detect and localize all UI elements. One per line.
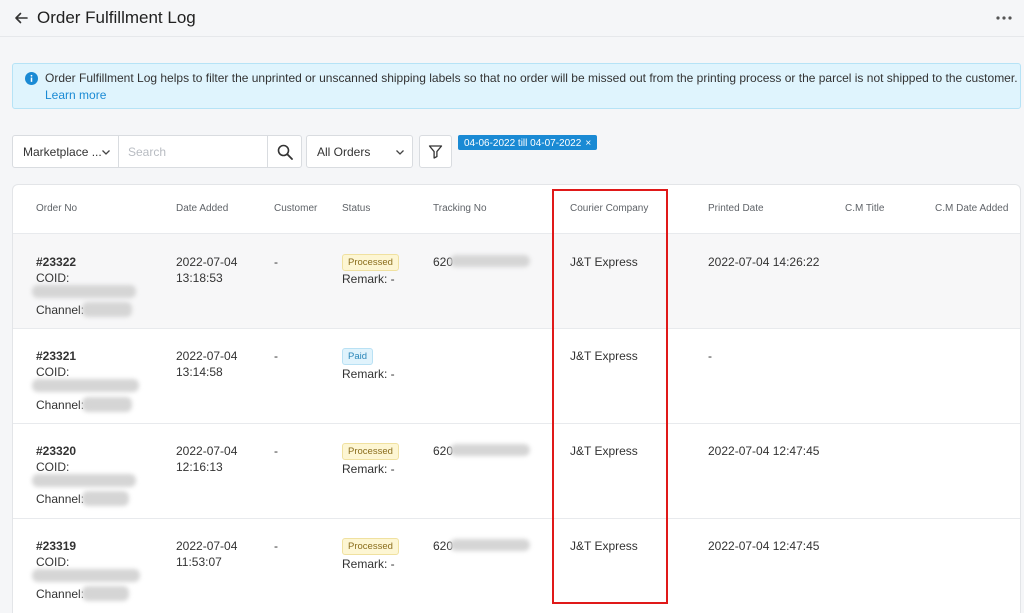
courier-company: J&T Express	[570, 255, 638, 269]
more-options-button[interactable]	[994, 10, 1014, 26]
redacted-channel	[82, 586, 129, 601]
column-header[interactable]: Courier Company	[570, 203, 648, 214]
coid-label: COID:	[36, 555, 70, 569]
column-header[interactable]: C.M Title	[845, 203, 884, 214]
close-icon[interactable]: ×	[585, 138, 591, 149]
time-added: 12:16:13	[176, 460, 223, 474]
status-badge: Processed	[342, 538, 399, 555]
table-header: Order No Date Added Customer Status Trac…	[13, 185, 1020, 234]
back-button[interactable]	[10, 7, 32, 29]
page-title: Order Fulfillment Log	[37, 8, 196, 27]
remark: Remark: -	[342, 557, 395, 571]
customer: -	[274, 349, 278, 363]
redacted-tracking	[450, 255, 530, 267]
search-input[interactable]	[119, 135, 268, 168]
channel-label: Channel:	[36, 303, 85, 317]
courier-company: J&T Express	[570, 444, 638, 458]
column-header[interactable]: Tracking No	[433, 203, 487, 214]
coid-label: COID:	[36, 365, 70, 379]
customer: -	[274, 444, 278, 458]
marketplace-select-label: Marketplace ...	[23, 145, 102, 159]
date-range-chip: 04-06-2022 till 04-07-2022 ×	[458, 135, 598, 150]
column-header[interactable]: C.M Date Added	[935, 203, 1008, 214]
date-added: 2022-07-04	[176, 349, 238, 363]
order-number[interactable]: #23319	[36, 539, 76, 553]
redacted-coid	[32, 569, 140, 582]
chevron-down-icon	[102, 150, 110, 155]
channel-label: Channel:	[36, 587, 85, 601]
info-banner: Order Fulfillment Log helps to filter th…	[12, 63, 1021, 109]
redacted-tracking	[450, 444, 530, 456]
printed-date: 2022-07-04 14:26:22	[708, 255, 820, 269]
remark: Remark: -	[342, 462, 395, 476]
column-header[interactable]: Status	[342, 203, 370, 214]
order-number[interactable]: #23322	[36, 255, 76, 269]
coid-label: COID:	[36, 460, 70, 474]
customer: -	[274, 539, 278, 553]
status-badge: Processed	[342, 254, 399, 271]
table-row[interactable]: #23320 COID: Channel: 2022-07-04 12:16:1…	[13, 424, 1020, 519]
arrow-left-icon	[15, 12, 28, 24]
redacted-channel	[82, 397, 132, 412]
marketplace-select[interactable]: Marketplace ...	[12, 135, 119, 168]
courier-company: J&T Express	[570, 539, 638, 553]
top-bar: Order Fulfillment Log	[0, 0, 1024, 37]
customer: -	[274, 255, 278, 269]
printed-date: 2022-07-04 12:47:45	[708, 539, 820, 553]
date-added: 2022-07-04	[176, 539, 238, 553]
date-added: 2022-07-04	[176, 444, 238, 458]
column-header[interactable]: Printed Date	[708, 203, 764, 214]
date-range-label: 04-06-2022 till 04-07-2022	[464, 137, 582, 149]
info-banner-text: Order Fulfillment Log helps to filter th…	[45, 71, 1018, 85]
time-added: 11:53:07	[176, 555, 222, 569]
filter-button[interactable]	[419, 135, 452, 168]
orders-select[interactable]: All Orders	[306, 135, 413, 168]
redacted-tracking	[450, 539, 530, 551]
order-number[interactable]: #23320	[36, 444, 76, 458]
courier-company: J&T Express	[570, 349, 638, 363]
date-added: 2022-07-04	[176, 255, 238, 269]
time-added: 13:14:58	[176, 365, 223, 379]
chevron-down-icon	[396, 150, 404, 155]
order-number[interactable]: #23321	[36, 349, 76, 363]
remark: Remark: -	[342, 272, 395, 286]
coid-label: COID:	[36, 271, 70, 285]
orders-select-label: All Orders	[317, 145, 371, 159]
table-row[interactable]: #23319 COID: Channel: 2022-07-04 11:53:0…	[13, 519, 1020, 613]
search-button[interactable]	[267, 135, 302, 168]
redacted-channel	[82, 302, 132, 317]
redacted-coid	[32, 285, 136, 298]
learn-more-link[interactable]: Learn more	[45, 88, 106, 102]
redacted-channel	[82, 491, 129, 506]
orders-table: Order No Date Added Customer Status Trac…	[12, 184, 1021, 613]
time-added: 13:18:53	[176, 271, 223, 285]
search-icon	[277, 144, 293, 160]
table-row[interactable]: #23322 COID: Channel: 2022-07-04 13:18:5…	[13, 234, 1020, 329]
column-header[interactable]: Customer	[274, 203, 317, 214]
filter-icon	[428, 145, 443, 159]
column-header[interactable]: Order No	[36, 203, 77, 214]
table-row[interactable]: #23321 COID: Channel: 2022-07-04 13:14:5…	[13, 329, 1020, 424]
channel-label: Channel:	[36, 492, 85, 506]
channel-label: Channel:	[36, 398, 85, 412]
printed-date: 2022-07-04 12:47:45	[708, 444, 820, 458]
redacted-coid	[32, 474, 136, 487]
column-header[interactable]: Date Added	[176, 203, 228, 214]
status-badge: Paid	[342, 348, 374, 365]
redacted-coid	[32, 379, 139, 392]
printed-date: -	[708, 349, 712, 363]
more-horizontal-icon	[996, 16, 1012, 20]
status-badge: Processed	[342, 443, 399, 460]
info-icon	[25, 72, 38, 85]
remark: Remark: -	[342, 367, 395, 381]
